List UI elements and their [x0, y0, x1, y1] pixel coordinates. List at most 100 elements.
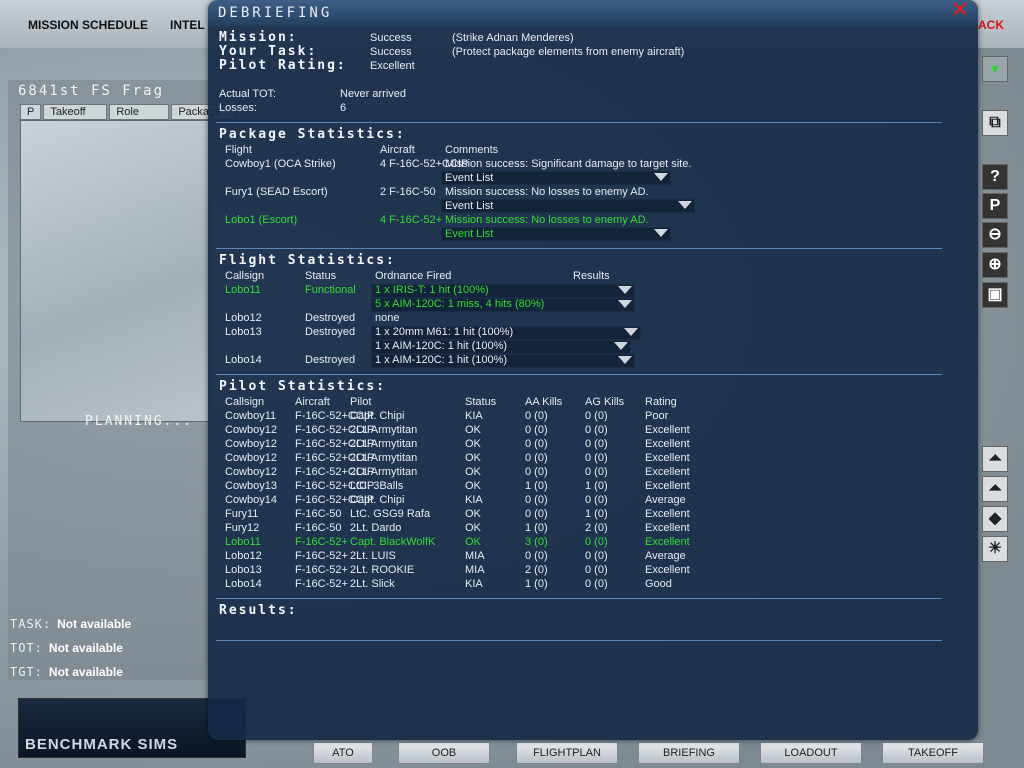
package-col-aircraft: Aircraft: [380, 144, 415, 156]
debriefing-window: [208, 0, 978, 740]
pilot-pilot: 2Lt. Armytitan: [350, 466, 418, 478]
pilot-aa: 1 (0): [525, 522, 548, 534]
package-comment: Mission success: Significant damage to t…: [445, 158, 692, 170]
pilot-aircraft: F-16C-50: [295, 522, 342, 534]
chevron-down-icon[interactable]: [618, 356, 632, 364]
dropdown-green-icon[interactable]: ▼: [982, 56, 1008, 82]
flightplan-button[interactable]: FLIGHTPLAN: [516, 742, 618, 764]
mission-label: Mission:: [219, 30, 298, 45]
threat-ring-2-icon[interactable]: ⏶: [982, 476, 1008, 502]
pilot-aa: 0 (0): [525, 424, 548, 436]
ato-button[interactable]: ATO: [313, 742, 373, 764]
back-menu[interactable]: ACK: [978, 18, 1004, 32]
pilot-callsign: Lobo11: [225, 536, 261, 548]
pilot-pilot: LtC. GSG9 Rafa: [350, 508, 431, 520]
pilot-rating: Average: [645, 494, 686, 506]
flight-col-status: Status: [305, 270, 337, 282]
pilot-ag: 0 (0): [585, 536, 608, 548]
resize-icon[interactable]: ⧉: [982, 110, 1008, 136]
weather-icon[interactable]: ☀: [982, 536, 1008, 562]
pilot-pilot: LtC. 3Balls: [350, 480, 404, 492]
pilot-status: OK: [465, 508, 481, 520]
tgt-value: Not available: [48, 665, 123, 679]
flight-statistics-header: Flight Statistics:: [219, 253, 396, 268]
separator: [216, 640, 942, 641]
pilot-callsign: Cowboy13: [225, 480, 277, 492]
frag-tabs: P Takeoff Role Package: [20, 104, 236, 120]
losses-label: Losses:: [219, 102, 257, 114]
loadout-button[interactable]: LOADOUT: [760, 742, 862, 764]
pilot-callsign: Lobo14: [225, 578, 262, 590]
event-list-label[interactable]: Event List: [445, 200, 493, 212]
chevron-down-icon[interactable]: [618, 286, 632, 294]
pilot-aircraft: F-16C-52+: [295, 536, 348, 548]
pilot-callsign: Lobo13: [225, 564, 262, 576]
actual-tot-label: Actual TOT:: [219, 88, 277, 100]
pilot-ag: 0 (0): [585, 550, 608, 562]
flight-ordnance: none: [375, 312, 400, 324]
event-list-label[interactable]: Event List: [445, 172, 493, 184]
pilot-rating: Excellent: [645, 522, 690, 534]
chevron-down-icon[interactable]: [654, 173, 668, 181]
tgt-label: TGT:: [10, 665, 43, 679]
separator: [216, 122, 942, 123]
zoom-in-icon[interactable]: ⊕: [982, 252, 1008, 278]
intel-menu[interactable]: INTEL: [170, 18, 205, 32]
pilot-rating-value: Excellent: [370, 60, 415, 72]
pilot-aa: 0 (0): [525, 550, 548, 562]
pilot-ag: 0 (0): [585, 410, 608, 422]
flight-ordnance[interactable]: 5 x AIM-120C: 1 miss, 4 hits (80%): [375, 298, 544, 310]
threat-ring-icon[interactable]: ⏶: [982, 446, 1008, 472]
mission-status: Success: [370, 32, 412, 44]
pilot-rating: Excellent: [645, 564, 690, 576]
flight-ordnance[interactable]: 1 x AIM-120C: 1 hit (100%): [375, 340, 507, 352]
chevron-down-icon[interactable]: [678, 201, 692, 209]
frag-map[interactable]: [20, 120, 210, 422]
task-label: TASK:: [10, 617, 52, 631]
pilot-callsign: Cowboy14: [225, 494, 277, 506]
flight-ordnance[interactable]: 1 x 20mm M61: 1 hit (100%): [375, 326, 513, 338]
pilot-col-pilot: Pilot: [350, 396, 372, 408]
chevron-down-icon[interactable]: [654, 229, 668, 237]
pilot-status: MIA: [465, 550, 485, 562]
chevron-down-icon[interactable]: [618, 300, 632, 308]
pilot-pilot: 2Lt. Armytitan: [350, 424, 418, 436]
flight-callsign: Lobo14: [225, 354, 262, 366]
briefing-button[interactable]: BRIEFING: [638, 742, 740, 764]
pilot-rating: Excellent: [645, 438, 690, 450]
frag-tab-role[interactable]: Role: [109, 104, 170, 120]
frag-tab-p[interactable]: P: [20, 104, 42, 120]
chevron-down-icon[interactable]: [624, 328, 638, 336]
pilot-pilot: Capt. Chipi: [350, 410, 405, 422]
frag-tab-takeoff[interactable]: Takeoff: [43, 104, 108, 120]
pilot-rating-label: Pilot Rating:: [219, 58, 347, 73]
pilot-aa: 1 (0): [525, 578, 548, 590]
chevron-down-icon[interactable]: [614, 342, 628, 350]
help-button[interactable]: ?: [982, 164, 1008, 190]
fit-icon[interactable]: ▣: [982, 282, 1008, 308]
logo-text: BENCHMARK SIMS: [25, 736, 179, 753]
package-flight: Cowboy1 (OCA Strike): [225, 158, 336, 170]
flight-col-callsign: Callsign: [225, 270, 265, 282]
pilot-aa: 0 (0): [525, 466, 548, 478]
pilot-ag: 0 (0): [585, 494, 608, 506]
flight-ordnance[interactable]: 1 x IRIS-T: 1 hit (100%): [375, 284, 489, 296]
package-statistics-header: Package Statistics:: [219, 127, 406, 142]
planning-status: PLANNING...: [85, 414, 194, 429]
pilot-col-aircraft: Aircraft: [295, 396, 330, 408]
mission-schedule-menu[interactable]: MISSION SCHEDULE: [28, 18, 148, 32]
pilot-status: OK: [465, 522, 481, 534]
flight-ordnance[interactable]: 1 x AIM-120C: 1 hit (100%): [375, 354, 507, 366]
pilot-rating: Excellent: [645, 452, 690, 464]
pilot-ag: 2 (0): [585, 522, 608, 534]
takeoff-button[interactable]: TAKEOFF: [882, 742, 984, 764]
unit-icon[interactable]: ◆: [982, 506, 1008, 532]
close-icon[interactable]: ✕: [950, 0, 970, 22]
event-list-label[interactable]: Event List: [445, 228, 493, 240]
oob-button[interactable]: OOB: [398, 742, 490, 764]
zoom-out-icon[interactable]: ⊖: [982, 222, 1008, 248]
pilot-pilot: 2Lt. Dardo: [350, 522, 402, 534]
pilot-col-callsign: Callsign: [225, 396, 265, 408]
task-label-debrief: Your Task:: [219, 44, 318, 59]
p-button[interactable]: P: [982, 193, 1008, 219]
